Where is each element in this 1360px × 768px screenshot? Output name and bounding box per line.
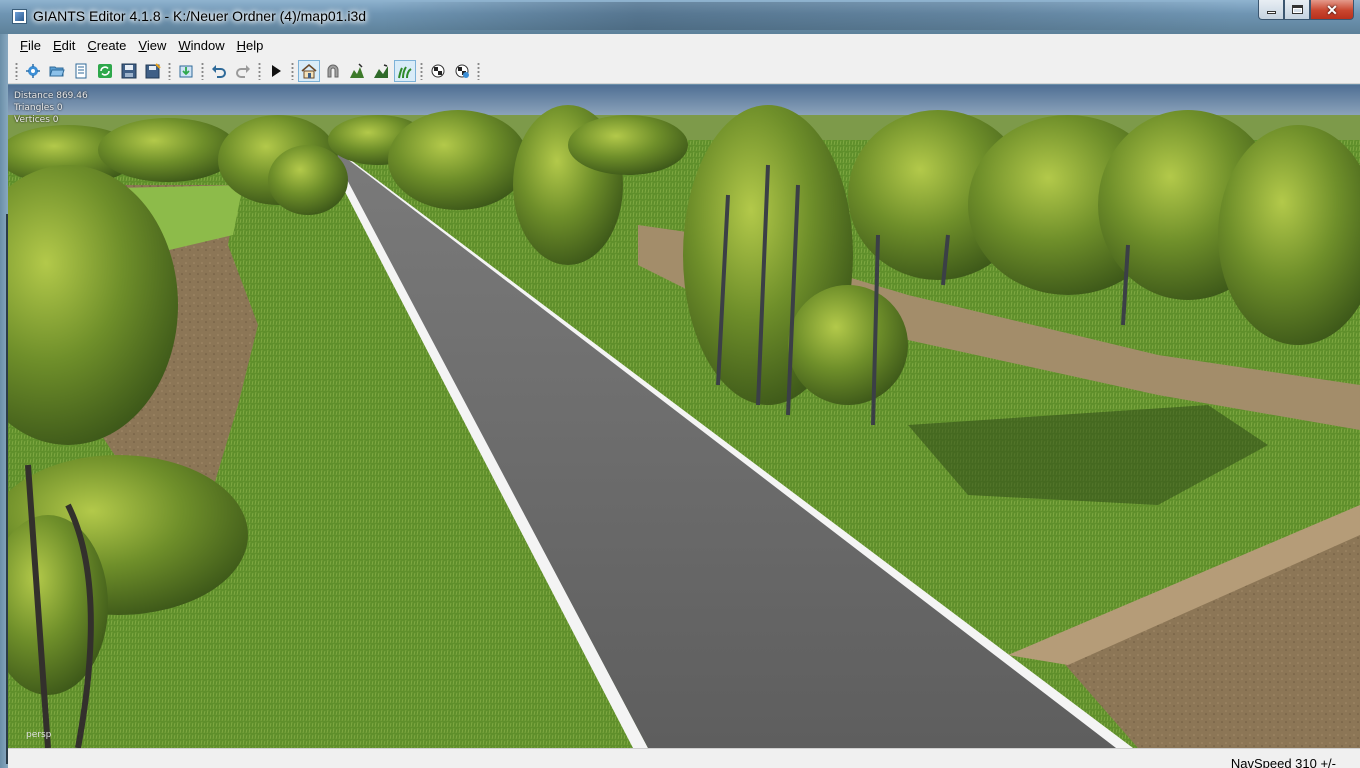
undo-button[interactable]	[208, 60, 230, 82]
document-button[interactable]	[70, 60, 92, 82]
window-title: GIANTS Editor 4.1.8 - K:/Neuer Ordner (4…	[33, 8, 367, 24]
toolbar-grip[interactable]	[15, 61, 18, 80]
terrain-paint-button[interactable]	[370, 60, 392, 82]
save-as-icon	[145, 62, 161, 78]
refresh-button[interactable]	[94, 60, 116, 82]
app-icon[interactable]	[12, 9, 27, 24]
house-icon	[301, 63, 317, 78]
stat-vertices: Vertices 0	[14, 115, 59, 125]
save-icon	[121, 63, 137, 78]
close-icon: ✕	[1326, 1, 1338, 18]
minimize-icon	[1266, 11, 1276, 14]
magnet-icon	[327, 64, 339, 77]
maximize-icon	[1291, 5, 1303, 14]
menu-create[interactable]: Create	[81, 34, 132, 58]
new-scene-icon	[26, 63, 40, 78]
scene-render	[8, 85, 1360, 748]
menu-window[interactable]: Window	[172, 34, 230, 58]
close-button[interactable]: ✕	[1310, 0, 1354, 20]
checker-button[interactable]	[427, 60, 449, 82]
select-mode-button[interactable]	[298, 59, 320, 82]
menu-help[interactable]: Help	[231, 34, 270, 58]
menu-file[interactable]: File	[14, 34, 47, 58]
camera-label: persp	[26, 730, 52, 740]
toolbar-grip[interactable]	[420, 61, 423, 80]
open-icon	[49, 66, 65, 76]
open-button[interactable]	[46, 60, 68, 82]
snap-button[interactable]	[322, 60, 344, 82]
window-frame-left	[0, 34, 8, 768]
terrain-sculpt-icon	[350, 62, 364, 78]
play-button[interactable]	[265, 60, 287, 82]
title-bar-background	[380, 2, 1240, 30]
3d-viewport[interactable]: Distance 869.46 Triangles 0 Vertices 0 p…	[8, 85, 1360, 748]
giants-editor-window: GIANTS Editor 4.1.8 - K:/Neuer Ordner (4…	[0, 0, 1360, 768]
refresh-icon	[98, 63, 112, 78]
redo-icon	[236, 64, 250, 78]
import-button[interactable]	[175, 60, 197, 82]
checker-settings-icon	[455, 64, 469, 78]
window-controls: ✕	[1258, 0, 1354, 20]
toolbar-grip[interactable]	[477, 61, 480, 80]
stat-triangles: Triangles 0	[14, 103, 63, 113]
toolbar-grip[interactable]	[291, 61, 294, 80]
save-as-button[interactable]	[142, 60, 164, 82]
menu-bar: File Edit Create View Window Help	[8, 34, 1360, 58]
maximize-button[interactable]	[1284, 0, 1310, 20]
render-stats: Distance 869.46 Triangles 0 Vertices 0	[14, 90, 88, 126]
checker-settings-button[interactable]	[451, 60, 473, 82]
toolbar-grip[interactable]	[168, 61, 171, 80]
foliage-paint-button[interactable]	[394, 59, 416, 82]
main-toolbar	[8, 58, 1360, 84]
import-icon	[179, 65, 193, 77]
toolbar-grip[interactable]	[258, 61, 261, 80]
undo-icon	[212, 64, 226, 78]
save-button[interactable]	[118, 60, 140, 82]
redo-button[interactable]	[232, 60, 254, 82]
stat-distance: Distance 869.46	[14, 91, 88, 101]
terrain-paint-icon	[374, 63, 388, 78]
play-icon	[272, 64, 281, 77]
menu-view[interactable]: View	[132, 34, 172, 58]
status-bar: NavSpeed 310 +/-	[8, 748, 1360, 768]
toolbar-grip[interactable]	[201, 61, 204, 80]
new-scene-button[interactable]	[22, 60, 44, 82]
minimize-button[interactable]	[1258, 0, 1284, 20]
title-bar[interactable]: GIANTS Editor 4.1.8 - K:/Neuer Ordner (4…	[0, 0, 1360, 34]
document-icon	[75, 63, 87, 78]
menu-edit[interactable]: Edit	[47, 34, 81, 58]
checker-icon	[431, 64, 445, 77]
terrain-sculpt-button[interactable]	[346, 60, 368, 82]
nav-speed: NavSpeed 310 +/-	[1230, 756, 1336, 768]
foliage-paint-icon	[398, 65, 412, 78]
